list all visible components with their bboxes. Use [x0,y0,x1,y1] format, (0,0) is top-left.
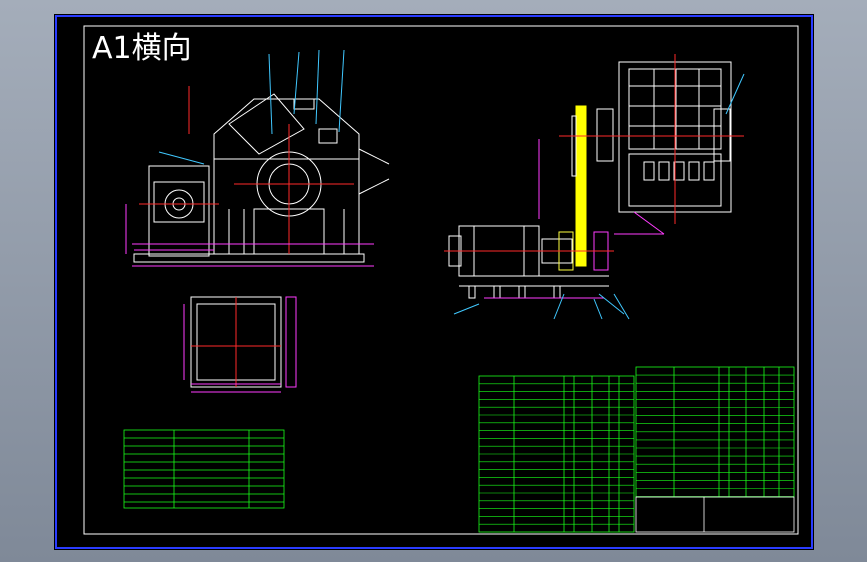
grate-detail-icon [183,296,297,393]
cad-viewport[interactable]: A1横向 [54,14,814,550]
drawing-title: A1横向 [92,31,192,66]
cad-drawing-svg: A1横向 [55,15,813,549]
crusher-side-view-icon [444,54,745,320]
drawing-border [83,25,799,535]
crusher-front-view-icon [125,49,390,267]
title-block [635,496,795,533]
table-row-lines [479,374,794,525]
technical-parameter-table-icon [123,429,285,509]
